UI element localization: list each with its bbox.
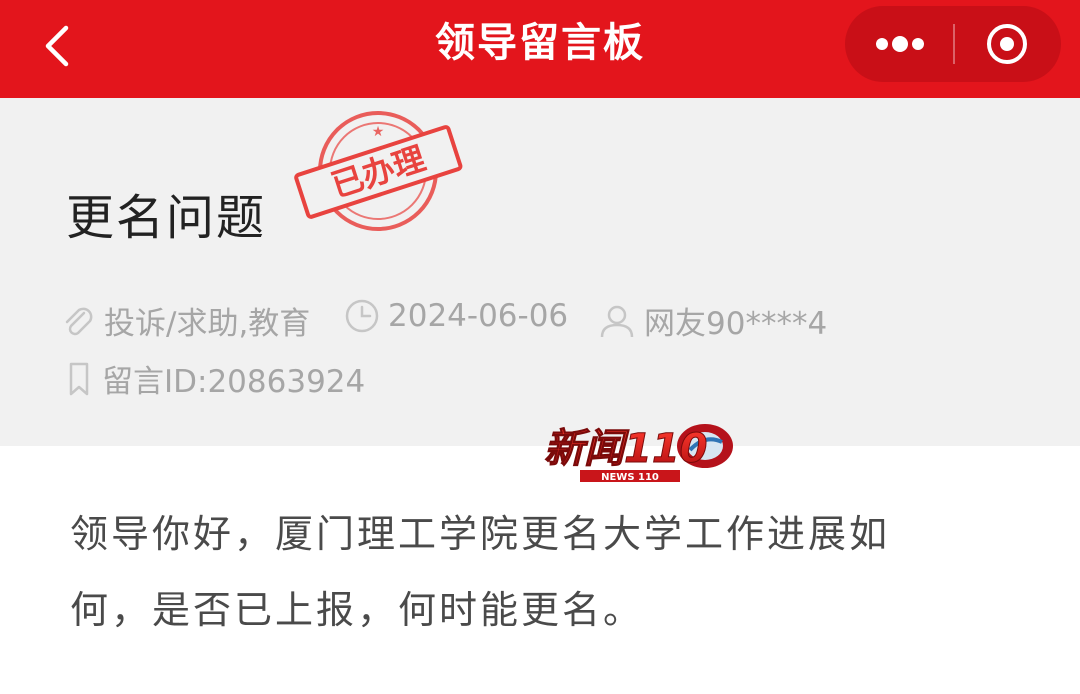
svg-text:★: ★ xyxy=(372,124,385,140)
chevron-left-icon xyxy=(45,25,69,67)
more-button[interactable] xyxy=(845,6,953,82)
bookmark-icon xyxy=(69,362,89,395)
meta-category: 投诉/求助,教育 xyxy=(60,298,310,343)
user-icon xyxy=(600,305,634,337)
back-button[interactable] xyxy=(38,22,78,70)
date-text: 2024-06-06 xyxy=(388,298,569,334)
target-close-icon xyxy=(987,24,1027,64)
meta-user: 网友90****4 xyxy=(598,298,827,343)
mini-program-capsule xyxy=(845,6,1061,82)
post-title: 更名问题 xyxy=(66,190,267,246)
processed-stamp: 已办理 ★ xyxy=(294,111,463,231)
meta-date: 2024-06-06 xyxy=(344,298,568,334)
close-button[interactable] xyxy=(955,6,1061,82)
top-nav-bar: 领导留言板 xyxy=(0,0,1080,98)
post-header: 更名问题 已办理 ★ 投诉/求助,教育 2024-06-06 网友90****4 xyxy=(0,98,1080,446)
more-dots-icon xyxy=(876,36,924,52)
post-content: 领导你好，厦门理工学院更名大学工作进展如何，是否已上报，何时能更名。 xyxy=(70,512,891,632)
user-text: 网友90****4 xyxy=(644,306,828,342)
paperclip-icon xyxy=(65,307,93,335)
logo-text: 新闻110 xyxy=(544,426,708,472)
clock-icon xyxy=(345,299,379,333)
news110-logo: 新闻110 NEWS 110 xyxy=(544,424,733,483)
message-id-text: 留言ID:20863924 xyxy=(102,364,366,400)
category-text: 投诉/求助,教育 xyxy=(104,306,311,342)
logo-subtext: NEWS 110 xyxy=(601,472,659,483)
meta-message-id: 留言ID:20863924 xyxy=(64,356,365,401)
